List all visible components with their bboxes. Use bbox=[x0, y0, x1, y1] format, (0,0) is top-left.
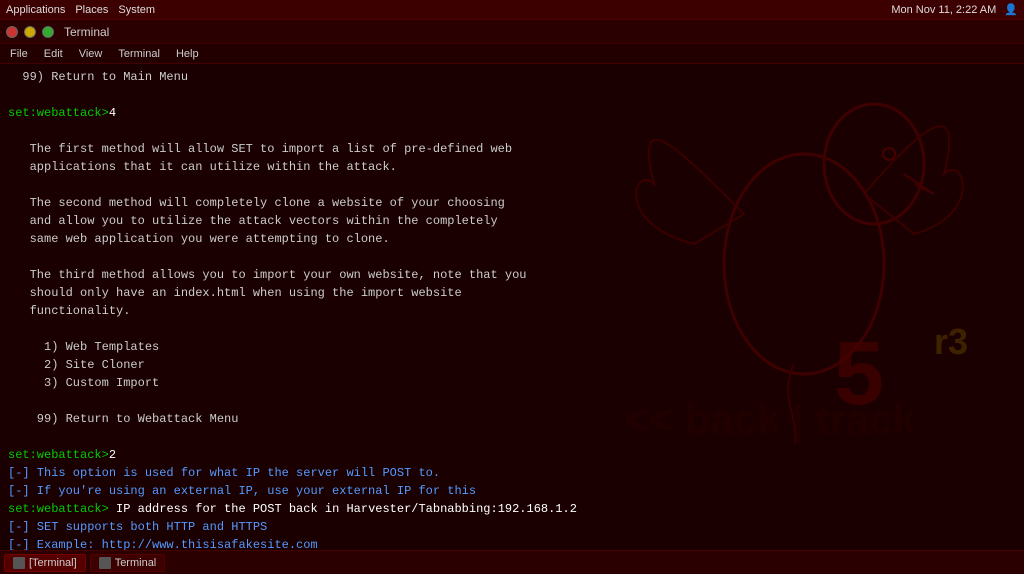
window-maximize-button[interactable] bbox=[42, 26, 54, 38]
terminal-line: [-] This option is used for what IP the … bbox=[8, 464, 1016, 482]
taskbar: [Terminal] Terminal bbox=[0, 550, 1024, 574]
taskbar-label-2: Terminal bbox=[115, 557, 157, 569]
taskbar-item-terminal1[interactable]: [Terminal] bbox=[4, 554, 86, 572]
terminal-line: [-] Example: http://www.thisisafakesite.… bbox=[8, 536, 1016, 550]
system-bar-left: Applications Places System bbox=[6, 4, 155, 16]
terminal-line: [-] If you're using an external IP, use … bbox=[8, 482, 1016, 500]
terminal-line: 2) Site Cloner bbox=[8, 356, 1016, 374]
taskbar-label-1: [Terminal] bbox=[29, 557, 77, 569]
terminal-line: [-] SET supports both HTTP and HTTPS bbox=[8, 518, 1016, 536]
terminal-main: 5 r3 << back | track 99) Return to Main … bbox=[0, 64, 1024, 550]
terminal-line: 99) Return to Webattack Menu bbox=[8, 410, 1016, 428]
terminal-line bbox=[8, 248, 1016, 266]
terminal-line bbox=[8, 320, 1016, 338]
terminal-line bbox=[8, 176, 1016, 194]
terminal-line: 1) Web Templates bbox=[8, 338, 1016, 356]
terminal-icon-2 bbox=[99, 557, 111, 569]
applications-menu[interactable]: Applications bbox=[6, 4, 65, 16]
terminal-line: set:webattack>2 bbox=[8, 446, 1016, 464]
window-minimize-button[interactable] bbox=[24, 26, 36, 38]
terminal-line: The first method will allow SET to impor… bbox=[8, 140, 1016, 158]
terminal-line: should only have an index.html when usin… bbox=[8, 284, 1016, 302]
system-menu[interactable]: System bbox=[118, 4, 155, 16]
user-icon: 👤 bbox=[1004, 3, 1018, 16]
places-menu[interactable]: Places bbox=[75, 4, 108, 16]
terminal-icon bbox=[13, 557, 25, 569]
menu-bar: File Edit View Terminal Help bbox=[0, 44, 1024, 64]
menu-view[interactable]: View bbox=[73, 48, 109, 60]
terminal-line bbox=[8, 392, 1016, 410]
menu-help[interactable]: Help bbox=[170, 48, 205, 60]
system-bar-right: Mon Nov 11, 2:22 AM 👤 bbox=[891, 3, 1018, 16]
menu-terminal[interactable]: Terminal bbox=[112, 48, 166, 60]
terminal-line: The third method allows you to import yo… bbox=[8, 266, 1016, 284]
menu-file[interactable]: File bbox=[4, 48, 34, 60]
terminal-line: 3) Custom Import bbox=[8, 374, 1016, 392]
terminal-content[interactable]: 99) Return to Main Menu set:webattack>4 … bbox=[0, 64, 1024, 550]
datetime-display: Mon Nov 11, 2:22 AM bbox=[891, 4, 996, 16]
window-close-button[interactable] bbox=[6, 26, 18, 38]
terminal-line: functionality. bbox=[8, 302, 1016, 320]
taskbar-item-terminal2[interactable]: Terminal bbox=[90, 554, 166, 572]
window-title: Terminal bbox=[64, 25, 109, 39]
menu-edit[interactable]: Edit bbox=[38, 48, 69, 60]
terminal-line bbox=[8, 428, 1016, 446]
title-bar: Terminal bbox=[0, 20, 1024, 44]
terminal-line bbox=[8, 86, 1016, 104]
terminal-line: 99) Return to Main Menu bbox=[8, 68, 1016, 86]
terminal-line: and allow you to utilize the attack vect… bbox=[8, 212, 1016, 230]
terminal-line: set:webattack>4 bbox=[8, 104, 1016, 122]
terminal-line: applications that it can utilize within … bbox=[8, 158, 1016, 176]
terminal-line: same web application you were attempting… bbox=[8, 230, 1016, 248]
system-bar: Applications Places System Mon Nov 11, 2… bbox=[0, 0, 1024, 20]
terminal-line: The second method will completely clone … bbox=[8, 194, 1016, 212]
terminal-line bbox=[8, 122, 1016, 140]
terminal-line: set:webattack> IP address for the POST b… bbox=[8, 500, 1016, 518]
